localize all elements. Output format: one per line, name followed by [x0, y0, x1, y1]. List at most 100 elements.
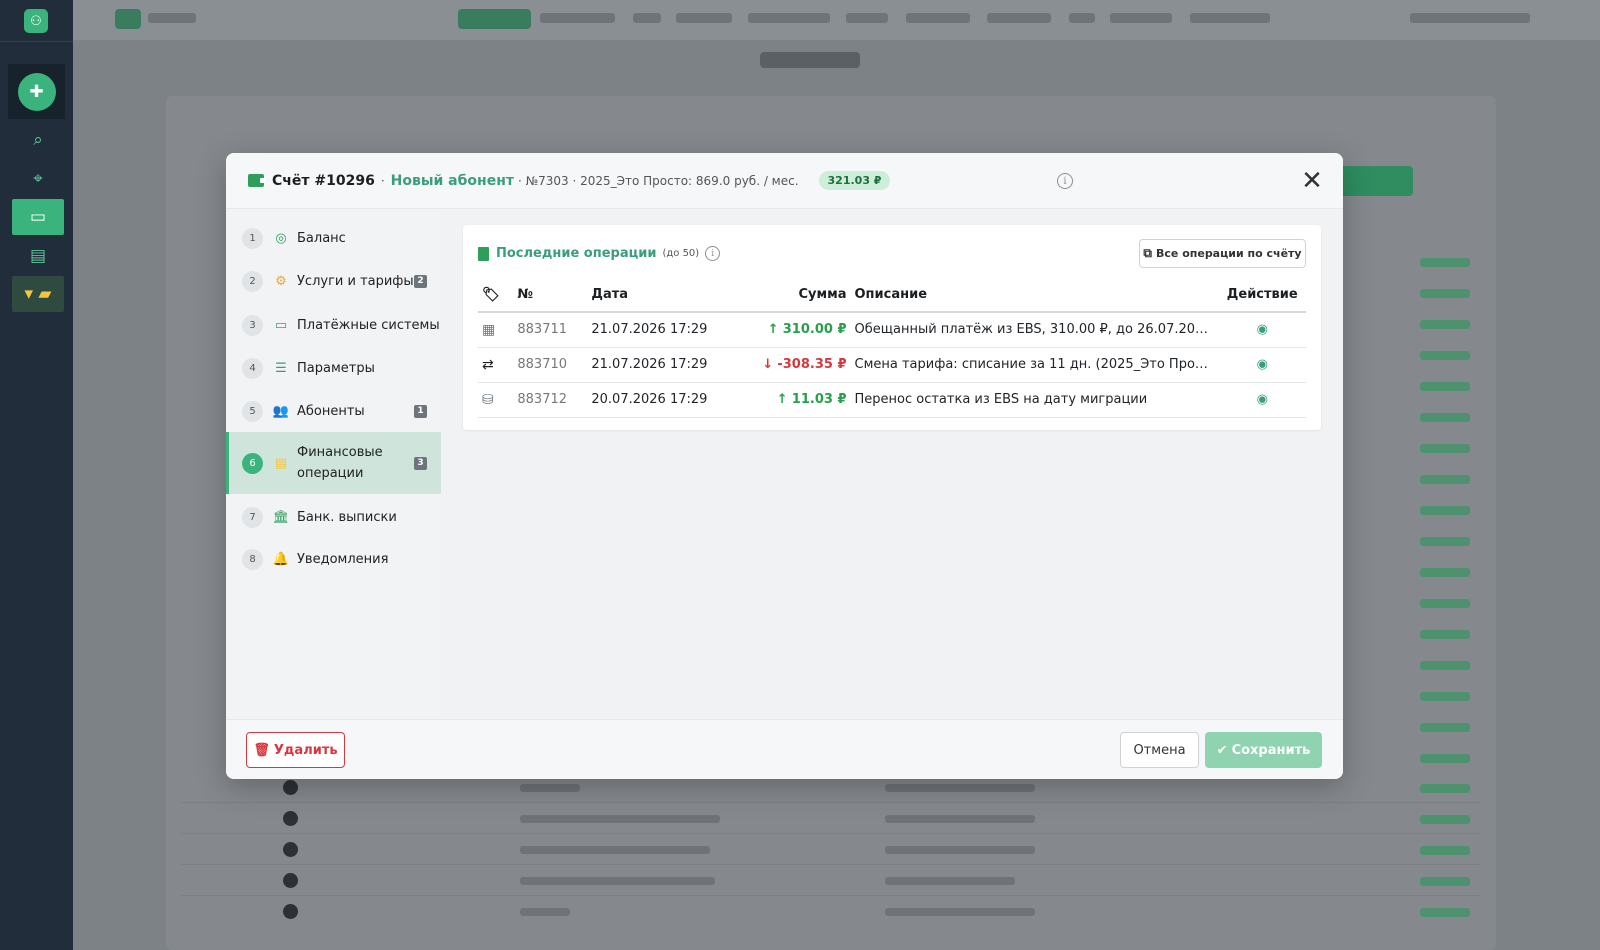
sidebar-item-label: Параметры [297, 360, 375, 376]
bg-tab [748, 13, 830, 23]
table-row[interactable]: ⛁ 883712 20.07.2026 17:29 ↑ 11.03 ₽ Перенос … [478, 382, 1306, 418]
bg-row-text [885, 877, 1015, 885]
view-action[interactable]: ◉ [1218, 312, 1306, 348]
bg-row-amount [1420, 444, 1470, 453]
bg-table-row [180, 864, 1480, 865]
description-text: Смена тарифа: списание за 11 дн. (2025_Э… [854, 357, 1215, 372]
folder-open-icon[interactable]: ▾ ▰ [12, 276, 64, 312]
sidebar-item-4[interactable]: 4 ☰ Параметры [226, 353, 441, 383]
bg-row-amount [1420, 599, 1470, 608]
bg-tab [676, 13, 732, 23]
map-icon[interactable]: ⌖ [12, 161, 64, 197]
view-action[interactable]: ◉ [1218, 347, 1306, 383]
bg-row-amount [1420, 661, 1470, 670]
bg-tab [540, 13, 615, 23]
exchange-icon: ⇄ [478, 347, 514, 383]
info-icon[interactable]: i [1057, 173, 1073, 189]
bg-row-avatar [283, 780, 298, 795]
sidebar-item-label: Банк. выписки [297, 509, 397, 525]
bg-row-amount [1420, 815, 1470, 824]
all-operations-button[interactable]: ⧉ Все операции по счёту [1139, 239, 1306, 268]
modal-header: Счёт #10296 · Новый абонент · №7303 · 20… [226, 153, 1343, 209]
bg-row-amount [1420, 908, 1470, 917]
operations-table: 🏷 № Дата Сумма Описание Действие ▦ 883711… [478, 278, 1306, 418]
sidebar-item-label: Уведомления [297, 551, 389, 567]
step-number: 3 [242, 314, 263, 336]
description-text: Перенос остатка из EBS на дату миграции [854, 392, 1148, 407]
view-action[interactable]: ◉ [1218, 382, 1306, 418]
table-row[interactable]: ▦ 883711 21.07.2026 17:29 ↑ 310.00 ₽ Обещанн… [478, 312, 1306, 348]
sidebar-item-1[interactable]: 1 ◎ Баланс [226, 223, 441, 253]
bg-brand-mark [115, 9, 141, 29]
operation-description: Перенос остатка из EBS на дату миграции [850, 382, 1219, 418]
table-row[interactable]: ⇄ 883710 21.07.2026 17:29 ↓ -308.35 ₽ Смена … [478, 347, 1306, 383]
add-subscriber-button[interactable]: ✚ [8, 64, 65, 119]
operation-number: 883712 [513, 382, 588, 418]
eye-icon[interactable]: ◉ [1257, 357, 1268, 372]
operation-amount: ↑ 310.00 ₽ [711, 312, 851, 348]
eye-icon[interactable]: ◉ [1257, 322, 1268, 337]
bg-row-text [885, 846, 1035, 854]
bg-tab [987, 13, 1051, 23]
operations-title: Последние операции [496, 246, 657, 261]
close-icon[interactable]: ✕ [1298, 167, 1326, 195]
operation-date: 21.07.2026 17:29 [587, 347, 712, 383]
sidebar-item-8[interactable]: 8 🔔 Уведомления [226, 544, 441, 574]
column-header-description[interactable]: Описание [850, 278, 1219, 313]
bg-row-avatar [283, 811, 298, 826]
column-header-amount[interactable]: Сумма [711, 278, 851, 313]
account-meta: · №7303 · 2025_Это Просто: 869.0 руб. / … [517, 173, 799, 188]
bg-active-tab [458, 9, 531, 29]
search-icon[interactable]: ⌕ [12, 122, 64, 158]
sidebar-item-5[interactable]: 5 👥 Абоненты 1 [226, 396, 441, 426]
bg-table-row [180, 802, 1480, 803]
cancel-button[interactable]: Отмена [1120, 732, 1199, 768]
sidebar-item-label: Платёжные системы [297, 317, 440, 333]
operation-amount: ↓ -308.35 ₽ [711, 347, 851, 383]
users-icon: 👥 [272, 403, 290, 419]
sidebar-item-label: Баланс [297, 230, 346, 246]
operation-description: Обещанный платёж из EBS, 310.00 ₽, до 26… [850, 312, 1219, 348]
count-badge: 2 [414, 274, 427, 288]
operations-info-icon[interactable]: i [705, 246, 721, 261]
step-number: 5 [242, 400, 263, 422]
modal-footer: 🗑 Удалить Отмена ✔ Сохранить [226, 719, 1343, 779]
bg-brand-word [148, 13, 196, 23]
bg-row-amount [1420, 784, 1470, 793]
bg-row-avatar [283, 904, 298, 919]
modal-content: Последние операции (до 50) i ⧉ Все опера… [441, 209, 1343, 719]
bg-row-amount [1420, 692, 1470, 701]
sidebar-item-3[interactable]: 3 ▭ Платёжные системы [226, 310, 441, 340]
bg-row-text [520, 784, 580, 792]
eye-icon[interactable]: ◉ [1257, 392, 1268, 407]
column-header-date[interactable]: Дата [587, 278, 712, 313]
subscriber-link[interactable]: Новый абонент [391, 173, 514, 189]
sidebar-item-7[interactable]: 7 🏛 Банк. выписки [226, 502, 441, 532]
calendar-icon: ▦ [478, 312, 514, 348]
wallet-nav-icon[interactable]: ▭ [12, 199, 64, 235]
sidebar-item-2[interactable]: 2 ⚙ Услуги и тарифы 2 [226, 266, 441, 296]
delete-button[interactable]: 🗑 Удалить [246, 732, 345, 768]
receipt-icon [478, 246, 489, 261]
arrow-up-icon: ↑ [776, 392, 788, 407]
bg-row-avatar [283, 842, 298, 857]
rail-divider [0, 41, 73, 42]
count-badge: 3 [414, 456, 427, 470]
bg-row-amount [1420, 289, 1470, 298]
description-text: Обещанный платёж из EBS, 310.00 ₽, до 26… [854, 322, 1215, 338]
receipt-nav-icon[interactable]: ▤ [12, 238, 64, 274]
bg-row-avatar [283, 873, 298, 888]
left-nav-rail: ⚇ ✚ ⌕ ⌖ ▭ ▤ ▾ ▰ [0, 0, 73, 950]
bg-tab [633, 13, 661, 23]
bg-row-amount [1420, 506, 1470, 515]
save-button[interactable]: ✔ Сохранить [1205, 732, 1322, 768]
amount-value: -308.35 ₽ [777, 357, 847, 372]
operation-description: Смена тарифа: списание за 11 дн. (2025_Э… [850, 347, 1219, 383]
bg-table-row [180, 833, 1480, 834]
column-header-num[interactable]: № [513, 278, 588, 313]
sidebar-item-6[interactable]: 6 ▤ Финансовые операции 3 [226, 432, 441, 494]
operation-amount: ↑ 11.03 ₽ [711, 382, 851, 418]
app-logo-icon[interactable]: ⚇ [24, 9, 48, 33]
bg-page-title [760, 52, 860, 68]
bg-row-amount [1420, 413, 1470, 422]
